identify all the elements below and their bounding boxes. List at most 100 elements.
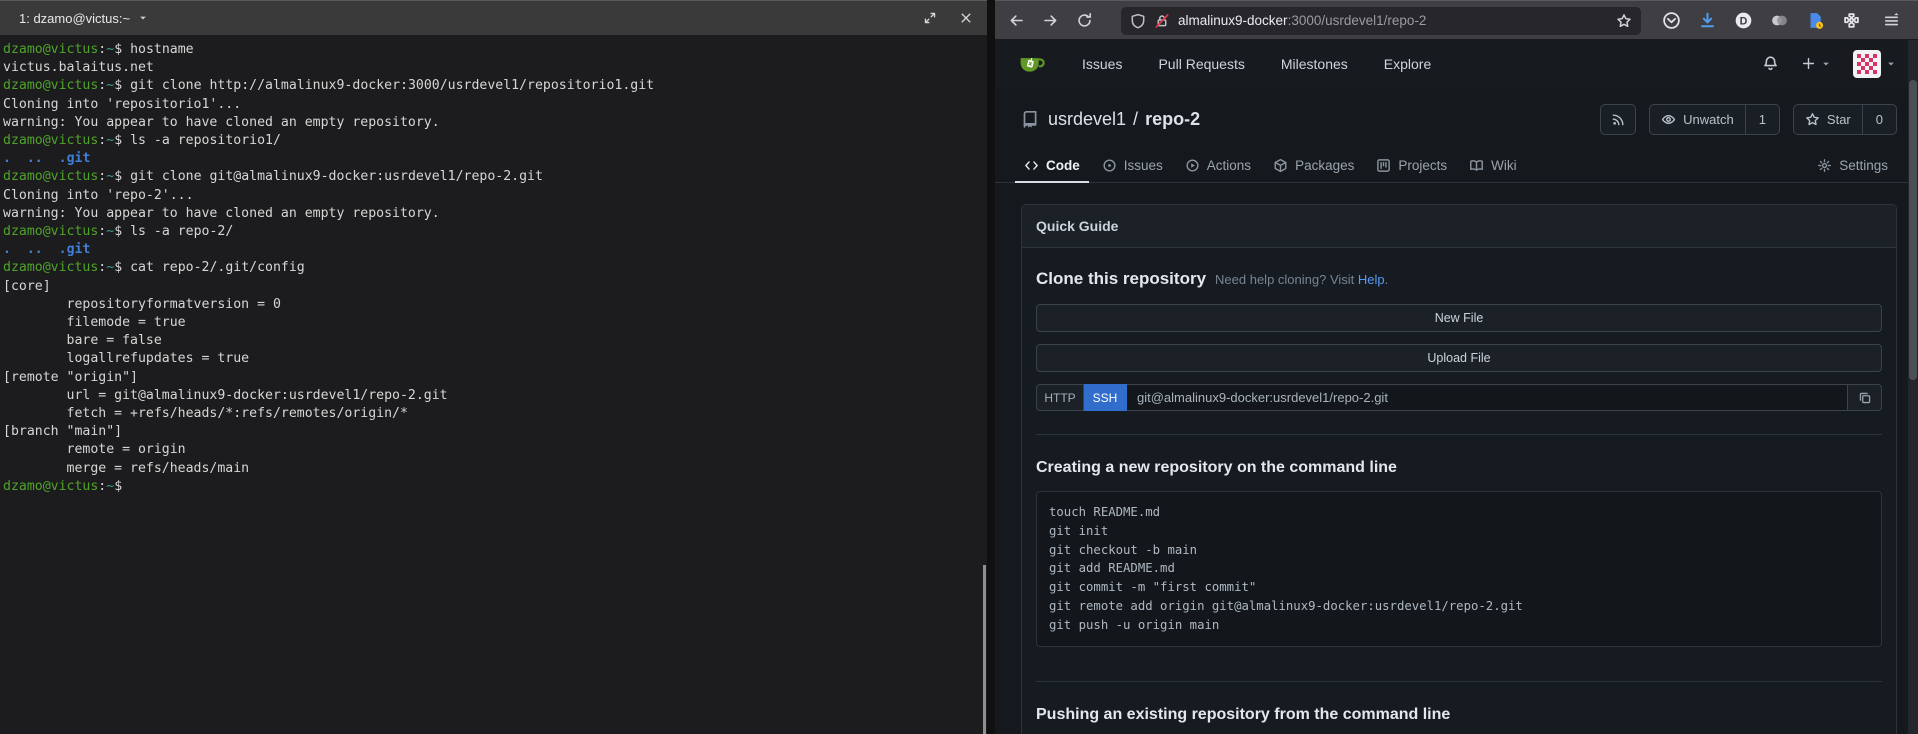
terminal-line: [core] <box>3 278 985 296</box>
create-new-button[interactable] <box>1801 56 1831 71</box>
url-bar[interactable]: almalinux9-docker:3000/usrdevel1/repo-2 <box>1121 7 1641 35</box>
user-menu[interactable] <box>1853 50 1896 78</box>
terminal-line: [remote "origin"] <box>3 369 985 387</box>
star-count[interactable]: 0 <box>1862 105 1896 134</box>
terminal-restore-icon[interactable] <box>923 11 937 25</box>
gitea-navbar: Issues Pull Requests Milestones Explore <box>995 39 1918 88</box>
avatar <box>1853 50 1881 78</box>
tab-projects[interactable]: Projects <box>1367 158 1456 183</box>
play-icon <box>1185 158 1200 173</box>
nav-link-milestones[interactable]: Milestones <box>1281 56 1348 72</box>
tab-issues[interactable]: Issues <box>1093 158 1172 183</box>
notifications-bell-icon[interactable] <box>1762 55 1779 72</box>
watch-count[interactable]: 1 <box>1745 105 1779 134</box>
ssh-button[interactable]: SSH <box>1084 384 1127 411</box>
reload-button[interactable] <box>1071 8 1097 34</box>
nav-link-explore[interactable]: Explore <box>1384 56 1431 72</box>
terminal-title-caret-icon[interactable] <box>138 13 148 23</box>
terminal-line: url = git@almalinux9-docker:usrdevel1/re… <box>3 387 985 405</box>
terminal-line: Cloning into 'repo-2'... <box>3 187 985 205</box>
quick-guide-panel: Quick Guide Clone this repository Need h… <box>1021 204 1897 734</box>
terminal-line: merge = refs/heads/main <box>3 460 985 478</box>
create-section-heading: Creating a new repository on the command… <box>1036 459 1882 477</box>
account-icon[interactable] <box>1770 11 1789 30</box>
terminal-close-icon[interactable] <box>959 11 973 25</box>
tab-code[interactable]: Code <box>1015 158 1089 183</box>
quick-guide-body: Clone this repository Need help cloning?… <box>1022 248 1896 734</box>
page-scrollbar-thumb[interactable] <box>1909 80 1917 380</box>
tab-actions[interactable]: Actions <box>1176 158 1260 183</box>
tab-wiki[interactable]: Wiki <box>1460 158 1526 183</box>
new-file-button[interactable]: New File <box>1036 304 1882 332</box>
nav-link-pull-requests[interactable]: Pull Requests <box>1158 56 1244 72</box>
copy-icon <box>1858 391 1872 405</box>
terminal-line: [branch "main"] <box>3 423 985 441</box>
clone-heading-row: Clone this repository Need help cloning?… <box>1036 269 1882 289</box>
clone-heading: Clone this repository <box>1036 269 1206 289</box>
chevron-down-icon <box>1886 59 1896 69</box>
rss-icon <box>1611 112 1626 127</box>
terminal-line: filemode = true <box>3 314 985 332</box>
extension-icons: D <box>1662 11 1861 30</box>
tab-label: Code <box>1046 158 1080 173</box>
upload-file-button[interactable]: Upload File <box>1036 344 1882 372</box>
terminal-line: . .. .git <box>3 150 985 168</box>
star-label: Star <box>1827 112 1851 127</box>
browser-window: almalinux9-docker:3000/usrdevel1/repo-2 … <box>995 0 1918 734</box>
http-button[interactable]: HTTP <box>1036 384 1084 411</box>
plus-icon <box>1801 56 1816 71</box>
menu-button[interactable] <box>1878 8 1904 34</box>
download-icon[interactable] <box>1698 11 1717 30</box>
pocket-icon[interactable] <box>1662 11 1681 30</box>
tab-label: Actions <box>1207 158 1251 173</box>
tab-label: Settings <box>1839 158 1888 173</box>
repo-name-link[interactable]: repo-2 <box>1145 109 1200 130</box>
page-scrollbar[interactable] <box>1908 40 1918 734</box>
d-circle-icon[interactable]: D <box>1734 11 1753 30</box>
tab-settings[interactable]: Settings <box>1808 158 1897 183</box>
tracking-shield-icon[interactable] <box>1130 13 1146 29</box>
clone-url-row: HTTP SSH git@almalinux9-docker:usrdevel1… <box>1036 384 1882 411</box>
forward-button[interactable] <box>1037 8 1063 34</box>
divider <box>1036 434 1882 435</box>
terminal-line: dzamo@victus:~$ git clone http://almalin… <box>3 77 985 95</box>
repo-icon <box>1021 110 1039 128</box>
repo-owner-link[interactable]: usrdevel1 <box>1048 109 1126 130</box>
bookmark-star-icon[interactable] <box>1616 13 1632 29</box>
terminal-window: 1: dzamo@victus:~ dzamo@victus:~$ hostna… <box>0 0 995 734</box>
terminal-scrollbar-thumb[interactable] <box>983 565 986 734</box>
repo-action-buttons: Unwatch 1 Star 0 <box>1600 104 1897 135</box>
clone-url-input[interactable]: git@almalinux9-docker:usrdevel1/repo-2.g… <box>1127 384 1848 411</box>
terminal-line: fetch = +refs/heads/*:refs/remotes/origi… <box>3 405 985 423</box>
copy-url-button[interactable] <box>1848 384 1882 411</box>
browser-toolbar: almalinux9-docker:3000/usrdevel1/repo-2 … <box>995 0 1918 40</box>
insecure-lock-icon[interactable] <box>1154 13 1170 29</box>
url-text: almalinux9-docker:3000/usrdevel1/repo-2 <box>1178 13 1426 28</box>
tab-label: Issues <box>1124 158 1163 173</box>
divider <box>1036 681 1882 682</box>
unwatch-button[interactable]: Unwatch 1 <box>1649 104 1780 135</box>
gitea-nav-right <box>1762 50 1906 78</box>
repo-tabs: Code Issues Actions PackagesProjects Wiki Set… <box>995 150 1918 183</box>
tab-label: Wiki <box>1491 158 1517 173</box>
help-link[interactable]: Help <box>1358 272 1385 287</box>
star-icon <box>1805 112 1820 127</box>
issue-icon <box>1102 158 1117 173</box>
project-icon <box>1376 158 1391 173</box>
terminal-line: repositoryformatversion = 0 <box>3 296 985 314</box>
tab-packages[interactable]: Packages <box>1264 158 1363 183</box>
terminal-line: dzamo@victus:~$ ls -a repositorio1/ <box>3 132 985 150</box>
clone-help-text: Need help cloning? Visit Help. <box>1215 272 1388 287</box>
nav-link-issues[interactable]: Issues <box>1082 56 1122 72</box>
back-button[interactable] <box>1003 8 1029 34</box>
rss-feed-button[interactable] <box>1600 104 1636 135</box>
url-host: almalinux9-docker <box>1178 13 1288 28</box>
document-icon[interactable] <box>1806 11 1825 30</box>
terminal-titlebar[interactable]: 1: dzamo@victus:~ <box>0 0 987 35</box>
star-button[interactable]: Star 0 <box>1793 104 1897 135</box>
terminal-output: dzamo@victus:~$ hostnamevictus.balaitus.… <box>0 35 987 734</box>
chevron-down-icon <box>1821 59 1831 69</box>
puzzle-icon[interactable] <box>1842 11 1861 30</box>
gitea-logo[interactable] <box>1017 49 1046 78</box>
package-icon <box>1273 158 1288 173</box>
